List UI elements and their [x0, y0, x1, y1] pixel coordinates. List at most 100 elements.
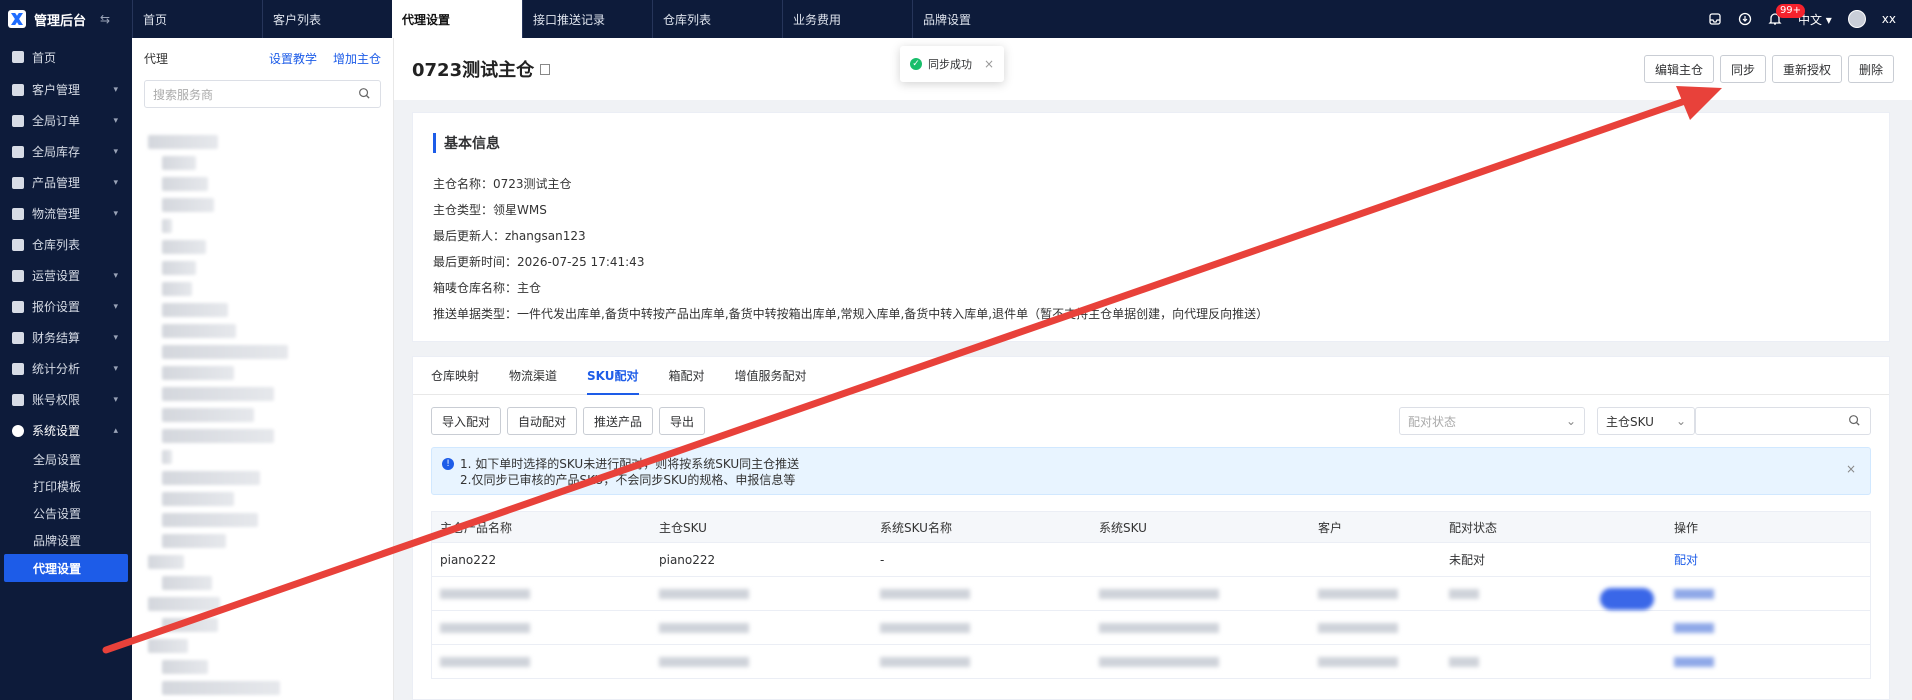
search-field-select[interactable]: 主仓SKU ⌄: [1597, 407, 1695, 435]
tree-item[interactable]: [162, 240, 206, 254]
tree-item[interactable]: [162, 471, 260, 485]
tree-item[interactable]: [162, 198, 214, 212]
tree-item[interactable]: [162, 450, 172, 464]
section-title: 基本信息: [433, 133, 1869, 153]
tree-item[interactable]: [148, 555, 184, 569]
provider-search[interactable]: 搜索服务商: [144, 80, 381, 108]
sidebar-item-home[interactable]: 首页: [0, 40, 132, 74]
close-icon[interactable]: ×: [1846, 462, 1856, 476]
tab-vas-mapping[interactable]: 增值服务配对: [735, 357, 807, 394]
tree-item[interactable]: [162, 219, 172, 233]
blurred-highlight: [1600, 588, 1654, 610]
tab-logistics-channels[interactable]: 物流渠道: [509, 357, 557, 394]
blurred-action[interactable]: [1674, 656, 1714, 667]
auto-mapping-button[interactable]: 自动配对: [507, 407, 578, 435]
chevron-down-icon: ▾: [113, 146, 118, 157]
tree-item[interactable]: [162, 534, 226, 548]
tree-item[interactable]: [162, 513, 258, 527]
tree-item[interactable]: [162, 282, 192, 296]
sidebar-item-finance[interactable]: 财务结算 ▾: [0, 322, 132, 353]
tab-sku-mapping[interactable]: SKU配对: [587, 357, 640, 395]
tab-customer-list[interactable]: 客户列表: [262, 0, 392, 38]
add-main-warehouse-link[interactable]: 增加主仓: [333, 50, 381, 67]
tree-item[interactable]: [162, 429, 274, 443]
search-input[interactable]: 搜索服务商: [153, 86, 213, 103]
sidebar-item-warehouses[interactable]: 仓库列表: [0, 229, 132, 260]
info-push-document-types: 推送单据类型：一件代发出库单,备货中转按产品出库单,备货中转按箱出库单,常规入库…: [433, 307, 1269, 321]
sidebar-subitem-print-templates[interactable]: 打印模板: [0, 473, 132, 500]
tree-item[interactable]: [162, 303, 228, 317]
avatar[interactable]: [1847, 10, 1866, 28]
sync-button[interactable]: 同步: [1719, 55, 1766, 83]
edit-main-warehouse-button[interactable]: 编辑主仓: [1643, 55, 1714, 83]
search-icon[interactable]: [358, 87, 372, 101]
sidebar-item-products[interactable]: 产品管理 ▾: [0, 167, 132, 198]
tab-business-fees[interactable]: 业务费用: [782, 0, 912, 38]
push-products-button[interactable]: 推送产品: [583, 407, 654, 435]
sidebar-item-operations[interactable]: 运营设置 ▾: [0, 260, 132, 291]
tab-box-mapping[interactable]: 箱配对: [669, 357, 705, 394]
delete-button[interactable]: 删除: [1847, 55, 1894, 83]
tree-item[interactable]: [148, 639, 188, 653]
tutorial-link[interactable]: 设置教学: [269, 50, 317, 67]
inbox-icon[interactable]: [1708, 12, 1722, 26]
tab-api-push-log[interactable]: 接口推送记录: [522, 0, 652, 38]
chevron-down-icon: ▾: [113, 301, 118, 312]
sidebar-subitem-agent-settings[interactable]: 代理设置: [4, 554, 128, 582]
collapse-menu-icon[interactable]: ⇆: [100, 12, 110, 26]
tree-item[interactable]: [162, 408, 254, 422]
import-mapping-button[interactable]: 导入配对: [431, 407, 502, 435]
mapping-status-select[interactable]: 配对状态 ⌄: [1399, 407, 1585, 435]
reauthorize-button[interactable]: 重新授权: [1771, 55, 1842, 83]
sidebar-item-orders[interactable]: 全局订单 ▾: [0, 105, 132, 136]
tab-warehouse-list[interactable]: 仓库列表: [652, 0, 782, 38]
sidebar-item-system-settings[interactable]: 系统设置 ▴: [0, 415, 132, 446]
tab-agent-settings[interactable]: 代理设置: [392, 0, 522, 38]
tree-item[interactable]: [162, 177, 208, 191]
sidebar-item-logistics[interactable]: 物流管理 ▾: [0, 198, 132, 229]
tree-item[interactable]: [162, 681, 280, 695]
tree-item[interactable]: [162, 324, 236, 338]
sidebar-item-statistics[interactable]: 统计分析 ▾: [0, 353, 132, 384]
export-button[interactable]: 导出: [659, 407, 706, 435]
brand-title: 管理后台: [34, 13, 87, 29]
tree-item[interactable]: [162, 366, 234, 380]
tree-item[interactable]: [162, 618, 218, 632]
select-value: 主仓SKU: [1606, 414, 1654, 429]
sidebar-subitem-announcements[interactable]: 公告设置: [0, 500, 132, 527]
blurred-action[interactable]: [1674, 622, 1714, 633]
close-icon[interactable]: ×: [984, 57, 994, 71]
copy-icon[interactable]: [540, 63, 551, 75]
provider-tree[interactable]: [132, 116, 393, 700]
brand[interactable]: 管理后台 ⇆: [0, 0, 132, 38]
tab-warehouse-mapping[interactable]: 仓库映射: [431, 357, 479, 394]
sku-search-input[interactable]: [1695, 407, 1871, 435]
sidebar-subitem-global-settings[interactable]: 全局设置: [0, 446, 132, 473]
tree-item[interactable]: [162, 156, 196, 170]
tree-item[interactable]: [162, 660, 208, 674]
tree-item[interactable]: [148, 135, 218, 149]
tree-item[interactable]: [162, 261, 196, 275]
tree-item[interactable]: [148, 597, 220, 611]
tree-item[interactable]: [162, 387, 274, 401]
tree-item[interactable]: [162, 576, 212, 590]
header-actions: 编辑主仓 同步 重新授权 删除: [1643, 55, 1894, 83]
search-icon[interactable]: [1848, 414, 1862, 428]
tab-home[interactable]: 首页: [132, 0, 262, 38]
blurred-action[interactable]: [1674, 588, 1714, 599]
sidebar-item-accounts[interactable]: 账号权限 ▾: [0, 384, 132, 415]
user-name[interactable]: xx: [1882, 12, 1896, 26]
tab-brand-settings[interactable]: 品牌设置: [912, 0, 1042, 38]
tree-item[interactable]: [162, 492, 234, 506]
sidebar-item-customers[interactable]: 客户管理 ▾: [0, 74, 132, 105]
pair-action-link[interactable]: 配对: [1666, 551, 1866, 568]
product-icon: [12, 176, 24, 189]
sidebar-item-inventory[interactable]: 全局库存 ▾: [0, 136, 132, 167]
col-header-actions: 操作: [1674, 520, 1699, 535]
sidebar-item-quotes[interactable]: 报价设置 ▾: [0, 291, 132, 322]
bell-icon[interactable]: 99+: [1768, 4, 1806, 26]
tree-item[interactable]: [162, 345, 288, 359]
panel-header: 代理 设置教学 增加主仓: [132, 44, 393, 72]
download-icon[interactable]: [1738, 12, 1752, 26]
sidebar-subitem-brand-settings[interactable]: 品牌设置: [0, 527, 132, 554]
